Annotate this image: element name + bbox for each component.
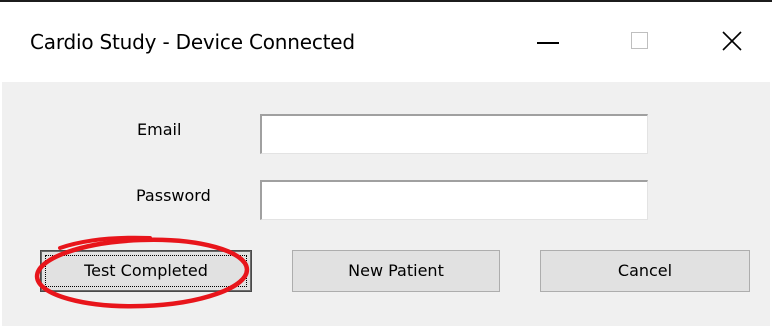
maximize-button[interactable]	[614, 20, 664, 64]
new-patient-label: New Patient	[348, 261, 444, 280]
test-completed-button[interactable]: Test Completed	[40, 250, 252, 292]
password-label: Password	[136, 186, 211, 205]
minimize-icon	[537, 42, 559, 44]
window-title: Cardio Study - Device Connected	[30, 30, 355, 54]
cancel-button[interactable]: Cancel	[540, 250, 750, 292]
minimize-button[interactable]	[522, 20, 572, 64]
dialog-body: Email Password Test Completed New Patien…	[2, 82, 770, 326]
maximize-icon	[631, 32, 648, 49]
email-label: Email	[137, 120, 182, 139]
close-button[interactable]	[708, 20, 758, 64]
password-field[interactable]	[260, 180, 648, 220]
email-field[interactable]	[260, 114, 648, 154]
title-bar[interactable]: Cardio Study - Device Connected	[0, 2, 772, 82]
close-icon	[722, 31, 742, 51]
test-completed-label: Test Completed	[84, 261, 208, 280]
new-patient-button[interactable]: New Patient	[292, 250, 500, 292]
cancel-label: Cancel	[617, 261, 673, 280]
